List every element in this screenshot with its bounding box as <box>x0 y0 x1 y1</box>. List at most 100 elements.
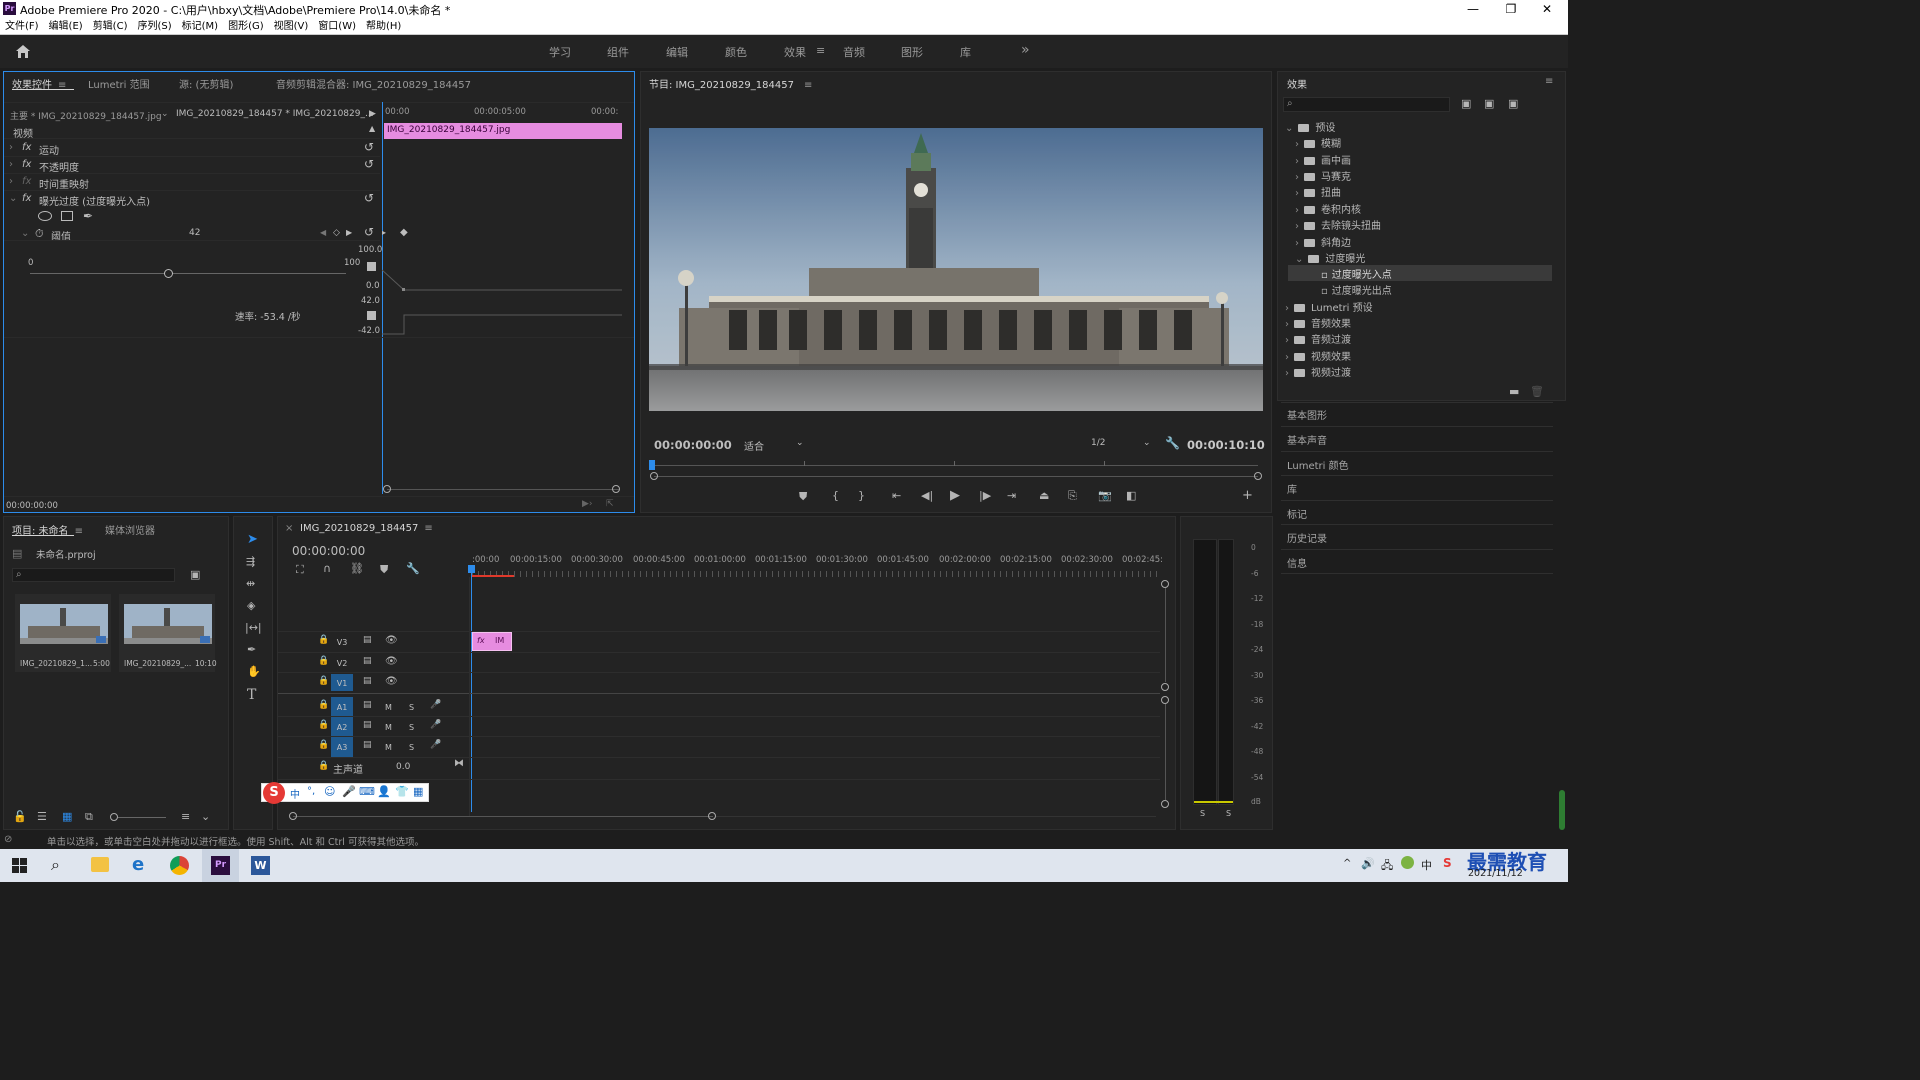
hscroll-handle-left[interactable] <box>289 812 297 820</box>
track-label-v3[interactable]: V3 <box>333 638 351 647</box>
panel-libraries[interactable]: 库 <box>1287 481 1297 496</box>
new-bin-icon[interactable]: ▬ <box>1509 386 1519 397</box>
sogou-icon[interactable]: S <box>263 782 285 804</box>
sequence-clip-label[interactable]: IMG_20210829_184457 * IMG_20210829_... <box>176 109 374 119</box>
ime-chinese-mode[interactable]: 中 <box>290 786 300 801</box>
audio-scroll-handle[interactable] <box>1161 696 1169 704</box>
panel-essential-graphics[interactable]: 基本图形 <box>1287 407 1327 422</box>
chevron-right-icon[interactable]: › <box>1285 368 1289 379</box>
timeline-ruler-ticks[interactable] <box>472 571 1158 577</box>
tree-item-audio-effects[interactable]: › 音频效果 <box>1285 315 1351 330</box>
project-item[interactable]: IMG_20210829_... 10:10 <box>119 594 217 672</box>
chevron-right-icon[interactable]: › <box>1295 205 1299 216</box>
emoji-icon[interactable]: ☺ <box>324 785 335 798</box>
32bit-effects-icon[interactable]: ▣ <box>1484 98 1494 109</box>
program-timecode[interactable]: 00:00:00:00 <box>654 438 732 452</box>
settings-wrench-icon[interactable]: 🔧 <box>1165 436 1180 450</box>
fx-icon[interactable]: fx <box>22 159 31 170</box>
go-to-out-icon[interactable]: ⇥ <box>1007 490 1016 501</box>
collapse-param-icon[interactable]: ⌄ <box>21 228 29 239</box>
video-scroll-handle[interactable] <box>1161 683 1169 691</box>
pen-tool-icon[interactable]: ✒ <box>247 644 256 655</box>
program-video-frame[interactable] <box>649 128 1263 411</box>
tree-item-lens-distortion[interactable]: › 去除镜头扭曲 <box>1295 217 1381 232</box>
thumbnail-size-slider[interactable] <box>118 817 166 818</box>
eye-icon[interactable]: 👁 <box>385 657 398 667</box>
threshold-slider-track[interactable] <box>30 273 346 274</box>
thumbnail-size-handle[interactable] <box>110 813 118 821</box>
solo-button[interactable]: S <box>409 723 414 732</box>
edge-icon[interactable]: e <box>132 854 144 875</box>
chevron-right-icon[interactable]: › <box>1295 188 1299 199</box>
tab-media-browser[interactable]: 媒体浏览器 <box>105 522 155 537</box>
track-lock-icon[interactable]: 🔒 <box>318 657 329 666</box>
step-forward-icon[interactable]: |▶ <box>979 490 991 501</box>
accelerated-effects-icon[interactable]: ▣ <box>1461 98 1471 109</box>
param-threshold-value[interactable]: 42 <box>189 228 200 238</box>
stopwatch-icon[interactable]: ⏱ <box>35 227 44 241</box>
user-icon[interactable]: 👤 <box>377 785 391 798</box>
comparison-view-icon[interactable]: ◧ <box>1126 490 1136 501</box>
program-scrub-ruler[interactable] <box>654 461 1258 469</box>
tree-item-video-transitions[interactable]: › 视频过渡 <box>1285 364 1351 379</box>
lock-icon[interactable]: 🔓 <box>13 811 27 822</box>
tab-source[interactable]: 源: (无剪辑) <box>179 76 233 91</box>
video-scrollbar[interactable] <box>1165 588 1166 682</box>
play-clip-icon[interactable]: ▶ <box>369 109 376 119</box>
reset-icon[interactable]: ↺ <box>364 191 374 205</box>
track-lock-icon[interactable]: 🔒 <box>318 636 329 645</box>
tree-item-presets[interactable]: ⌄ 预设 <box>1285 119 1335 134</box>
chevron-right-icon[interactable]: › <box>1295 156 1299 167</box>
tree-item-solarize-in[interactable]: ▫ 过度曝光入点 <box>1321 266 1392 281</box>
effects-panel-title[interactable]: 效果 <box>1287 76 1307 91</box>
linked-selection-icon[interactable]: ⛓ <box>350 563 364 574</box>
workspace-audio[interactable]: 音频 <box>843 44 865 60</box>
fx-icon[interactable]: fx <box>22 193 31 204</box>
audio-scrollbar[interactable] <box>1165 704 1166 800</box>
workspace-learn[interactable]: 学习 <box>549 44 571 60</box>
export-frame-icon[interactable]: 📷 <box>1098 490 1112 501</box>
more-workspaces-icon[interactable]: » <box>1021 42 1030 58</box>
tree-item-blur[interactable]: › 模糊 <box>1295 135 1341 150</box>
hscroll-handle-right[interactable] <box>708 812 716 820</box>
export-icon[interactable]: ⇱ <box>606 499 614 509</box>
track-lock-icon[interactable]: 🔒 <box>318 701 329 710</box>
threshold-slider-handle[interactable] <box>164 269 173 278</box>
track-label-v2[interactable]: V2 <box>333 659 351 668</box>
program-monitor-title[interactable]: 节目: IMG_20210829_184457 ≡ <box>649 76 812 91</box>
timeline-clip[interactable]: fx IM <box>472 632 512 651</box>
menu-view[interactable]: 视图(V) <box>269 18 314 35</box>
solo-button[interactable]: S <box>409 703 414 712</box>
list-view-icon[interactable]: ☰ <box>37 811 47 822</box>
timeline-timecode[interactable]: 00:00:00:00 <box>292 544 365 558</box>
panel-essential-sound[interactable]: 基本声音 <box>1287 432 1327 447</box>
tray-app-icon[interactable] <box>1401 856 1414 869</box>
workspace-color[interactable]: 颜色 <box>725 44 747 60</box>
ec-timecode[interactable]: 00:00:00:00 <box>6 501 58 511</box>
panel-menu-icon[interactable]: ≡ <box>424 523 432 534</box>
eye-icon[interactable]: 👁 <box>385 677 398 687</box>
keyboard-icon[interactable]: ⌨ <box>359 785 375 798</box>
rectangle-mask-icon[interactable] <box>61 211 73 221</box>
graph-toggle-icon[interactable] <box>367 262 376 271</box>
chevron-right-icon[interactable]: › <box>1285 352 1289 363</box>
add-marker-icon[interactable]: ⛊ <box>799 491 807 502</box>
track-label-a1[interactable]: A1 <box>333 703 351 712</box>
reset-icon[interactable]: ↺ <box>364 225 374 239</box>
tree-item-audio-transitions[interactable]: › 音频过渡 <box>1285 331 1351 346</box>
type-tool-icon[interactable]: T <box>247 688 256 702</box>
mark-in-icon[interactable]: { <box>832 490 839 501</box>
nest-sequence-icon[interactable]: ⛶ <box>296 564 304 575</box>
ec-clip-bar[interactable]: IMG_20210829_184457.jpg <box>384 123 622 139</box>
voice-icon[interactable]: 🎤 <box>342 785 356 798</box>
reset-icon[interactable]: ↺ <box>364 140 374 154</box>
program-playhead[interactable] <box>649 460 655 470</box>
program-zoom-handle-left[interactable] <box>650 472 658 480</box>
ripple-edit-tool-icon[interactable]: ⇹ <box>246 578 255 589</box>
chevron-right-icon[interactable]: › <box>1295 238 1299 249</box>
tree-item-distort[interactable]: › 扭曲 <box>1295 184 1341 199</box>
add-marker-icon[interactable]: ⛊ <box>380 564 388 575</box>
sogou-tray-icon[interactable]: S <box>1443 856 1452 870</box>
freeform-view-icon[interactable]: ⧉ <box>85 811 93 822</box>
close-button[interactable]: ✕ <box>1530 0 1564 18</box>
